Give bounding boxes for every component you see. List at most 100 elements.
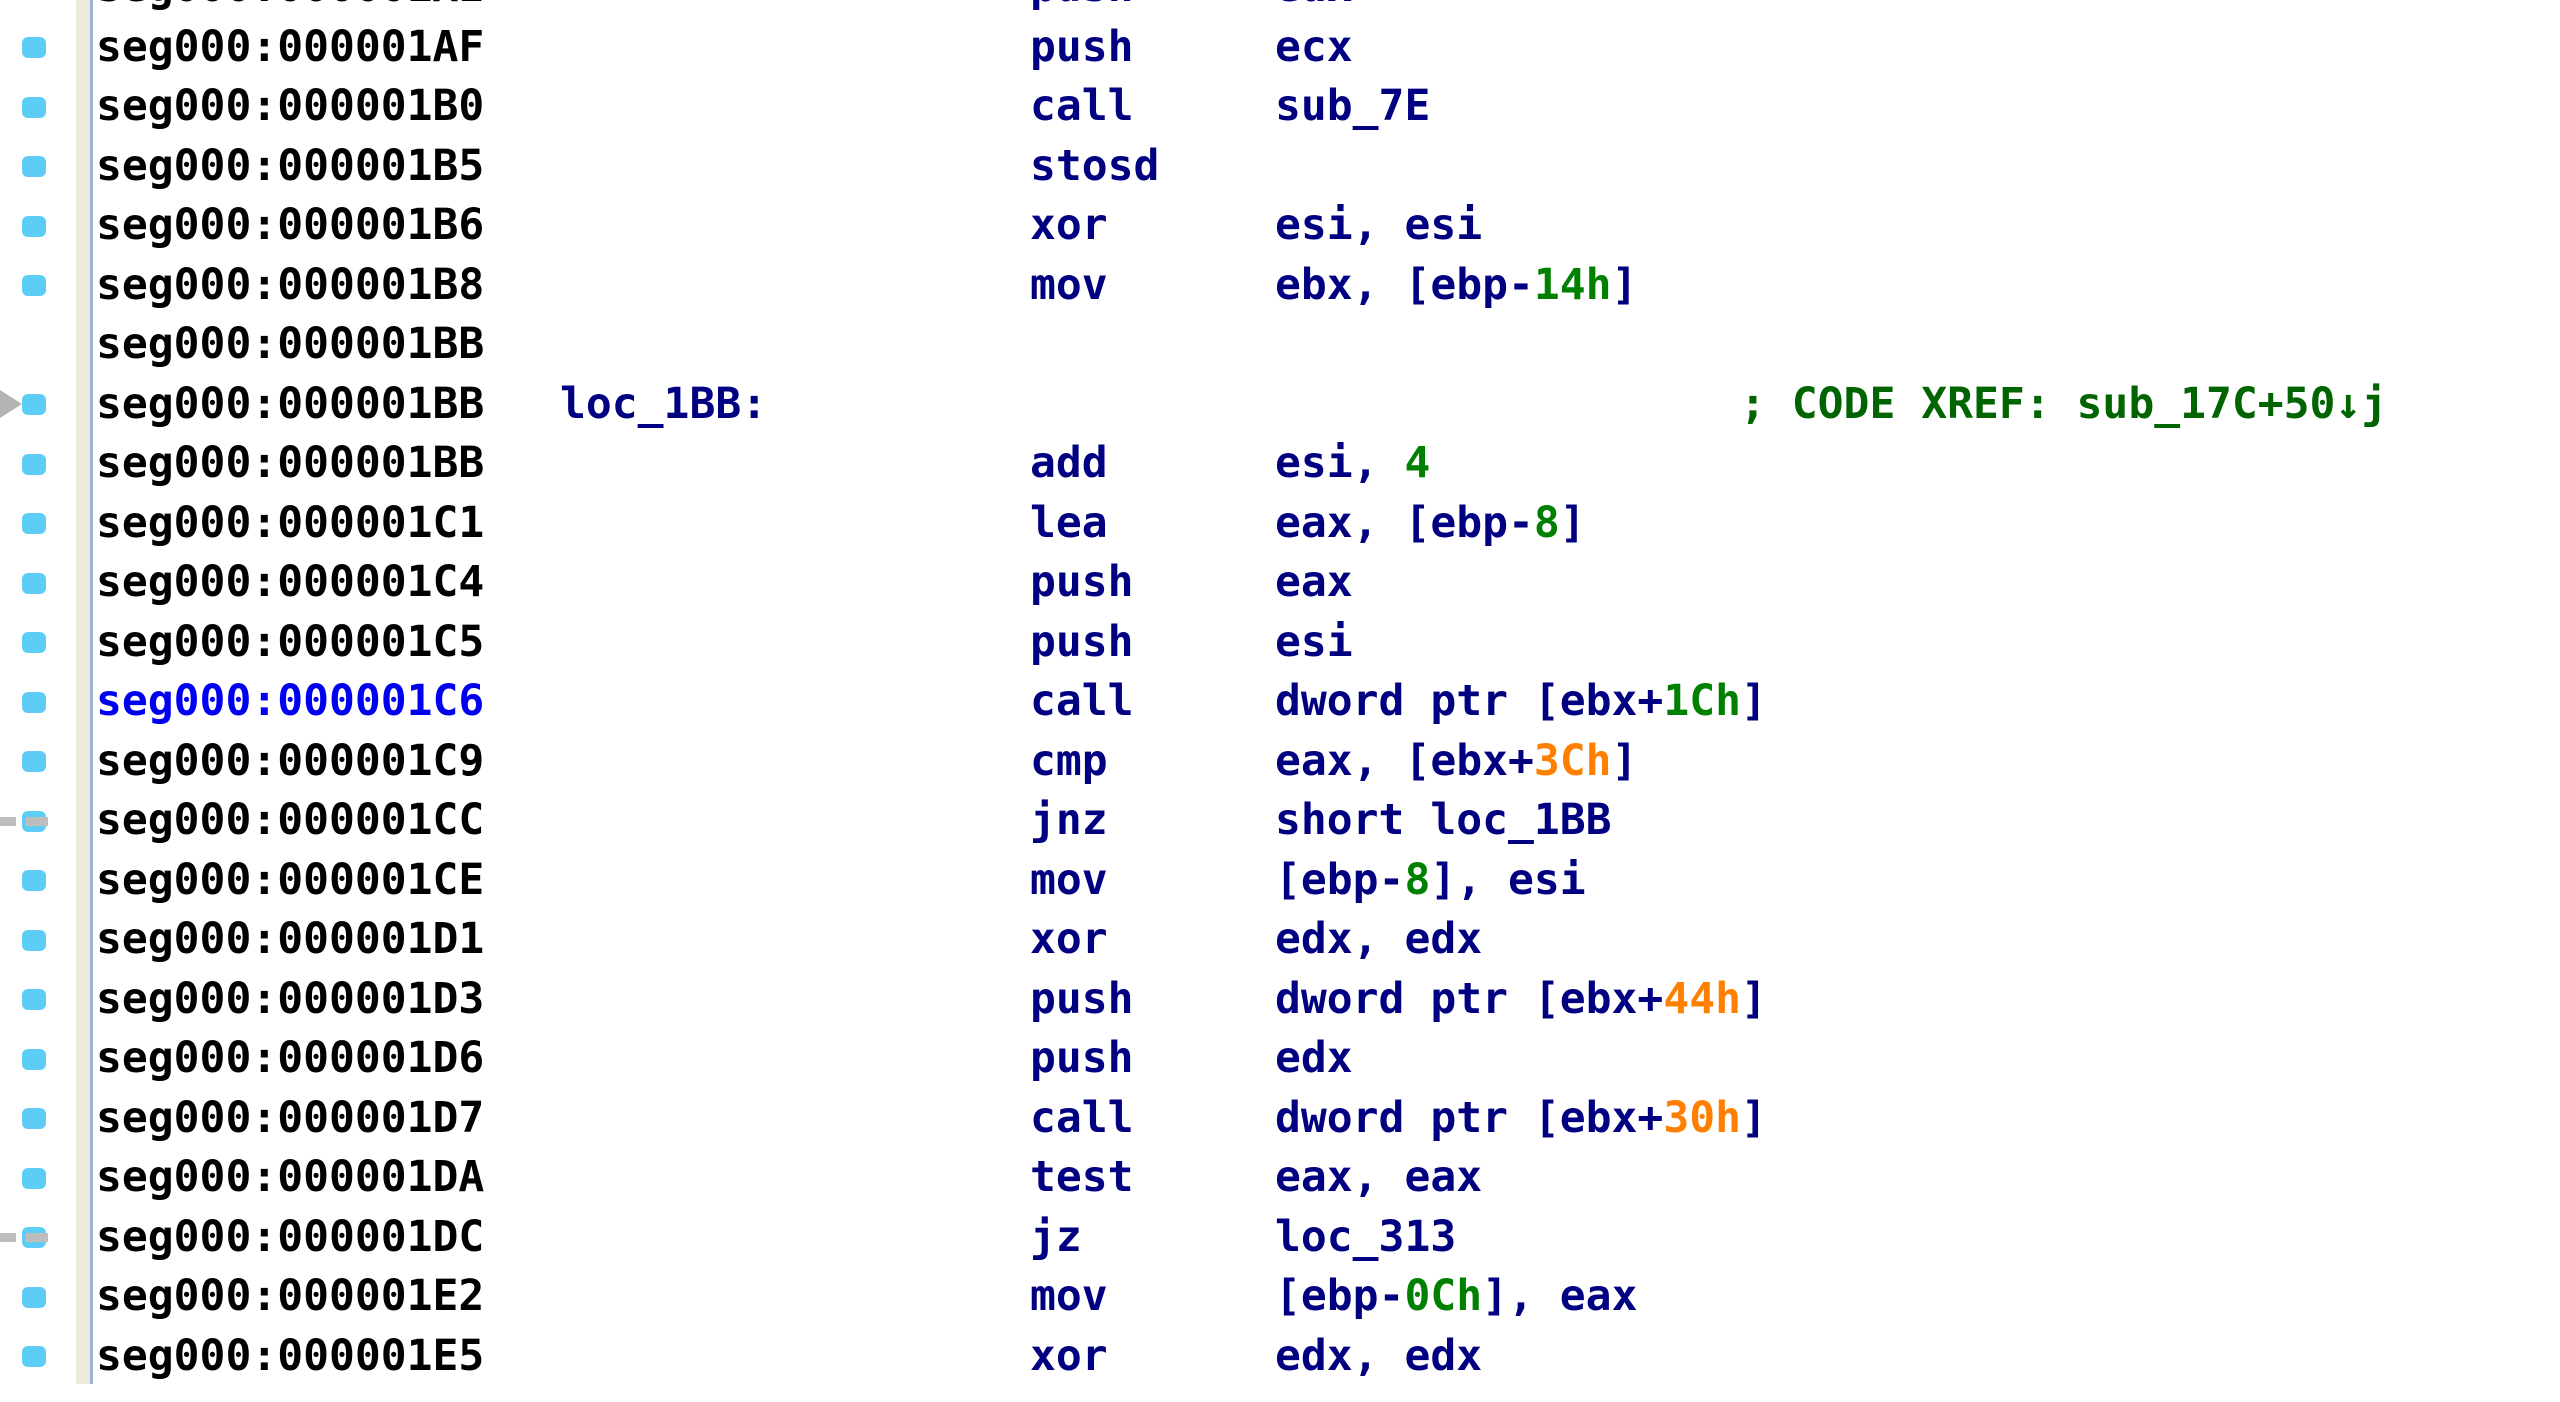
instruction-mnemonic[interactable]: mov: [1030, 1267, 1108, 1327]
stack-offset-value[interactable]: 0Ch: [1404, 1271, 1482, 1321]
operand-text[interactable]: ]: [1612, 260, 1638, 310]
instruction-operands[interactable]: [ebp-0Ch], eax: [1275, 1267, 1637, 1327]
operand-text[interactable]: edx, edx: [1275, 914, 1482, 964]
operand-text[interactable]: ecx: [1275, 22, 1353, 72]
operand-text[interactable]: ]: [1560, 498, 1586, 548]
line-address[interactable]: seg000:000001C1: [96, 494, 484, 554]
operand-text[interactable]: esi, esi: [1275, 200, 1482, 250]
disassembly-listing[interactable]: seg000:000001AE push edx seg000:000001AF pus…: [0, 0, 2560, 1402]
operand-text[interactable]: ]: [1741, 676, 1767, 726]
disassembly-line[interactable]: seg000:000001D6 push edx: [0, 1029, 2560, 1089]
line-address[interactable]: seg000:000001D7: [96, 1089, 484, 1149]
disassembly-line[interactable]: seg000:000001E2 mov [ebp-0Ch], eax: [0, 1267, 2560, 1327]
operand-text[interactable]: ], eax: [1482, 1271, 1637, 1321]
disassembly-line[interactable]: seg000:000001AF push ecx: [0, 18, 2560, 78]
instruction-operands[interactable]: loc_313: [1275, 1208, 1456, 1268]
line-address[interactable]: seg000:000001D1: [96, 910, 484, 970]
line-address[interactable]: seg000:000001DC: [96, 1208, 484, 1268]
operand-text[interactable]: eax: [1275, 557, 1353, 607]
instruction-mnemonic[interactable]: mov: [1030, 851, 1108, 911]
line-address[interactable]: seg000:000001E5: [96, 1327, 484, 1387]
operand-text[interactable]: edx: [1275, 0, 1353, 12]
operand-text[interactable]: dword ptr [ebx+: [1275, 676, 1663, 726]
disassembly-line[interactable]: seg000:000001B0 call sub_7E: [0, 77, 2560, 137]
instruction-mnemonic[interactable]: push: [1030, 1029, 1134, 1089]
disassembly-line[interactable]: seg000:000001B8 mov ebx, [ebp-14h]: [0, 256, 2560, 316]
ida-disassembly-view[interactable]: seg000:000001AE push edx seg000:000001AF pus…: [0, 0, 2560, 1402]
line-address[interactable]: seg000:000001CC: [96, 791, 484, 851]
instruction-operands[interactable]: esi, 4: [1275, 434, 1430, 494]
disassembly-line[interactable]: seg000:000001CE mov [ebp-8], esi: [0, 851, 2560, 911]
stack-offset-value[interactable]: 4: [1404, 438, 1430, 488]
struct-offset-value[interactable]: 3Ch: [1534, 736, 1612, 786]
line-address[interactable]: seg000:000001C5: [96, 613, 484, 673]
line-address[interactable]: seg000:000001D6: [96, 1029, 484, 1089]
operand-text[interactable]: edx, edx: [1275, 1331, 1482, 1381]
instruction-mnemonic[interactable]: xor: [1030, 1327, 1108, 1387]
disassembly-line[interactable]: seg000:000001D3 push dword ptr [ebx+44h]: [0, 970, 2560, 1030]
disassembly-line[interactable]: seg000:000001DA test eax, eax: [0, 1148, 2560, 1208]
instruction-mnemonic[interactable]: cmp: [1030, 732, 1108, 792]
instruction-operands[interactable]: [ebp-8], esi: [1275, 851, 1586, 911]
instruction-operands[interactable]: edx, edx: [1275, 910, 1482, 970]
disassembly-line[interactable]: seg000:000001BB: [0, 315, 2560, 375]
line-address[interactable]: seg000:000001B6: [96, 196, 484, 256]
stack-offset-value[interactable]: 8: [1404, 855, 1430, 905]
instruction-mnemonic[interactable]: add: [1030, 434, 1108, 494]
disassembly-line[interactable]: seg000:000001C1 lea eax, [ebp-8]: [0, 494, 2560, 554]
line-address[interactable]: seg000:000001E2: [96, 1267, 484, 1327]
instruction-mnemonic[interactable]: lea: [1030, 494, 1108, 554]
operand-text[interactable]: dword ptr [ebx+: [1275, 974, 1663, 1024]
disassembly-line[interactable]: seg000:000001BB loc_1BB: ; CODE XREF: sub_…: [0, 375, 2560, 435]
instruction-mnemonic[interactable]: push: [1030, 613, 1134, 673]
operand-text[interactable]: short loc_1BB: [1275, 795, 1612, 845]
instruction-operands[interactable]: esi, esi: [1275, 196, 1482, 256]
instruction-operands[interactable]: eax, [ebx+3Ch]: [1275, 732, 1637, 792]
operand-text[interactable]: ebx, [ebp-: [1275, 260, 1534, 310]
disassembly-line[interactable]: seg000:000001BB add esi, 4: [0, 434, 2560, 494]
operand-text[interactable]: [ebp-: [1275, 855, 1404, 905]
line-address[interactable]: seg000:000001CE: [96, 851, 484, 911]
disassembly-line[interactable]: seg000:000001C6 call dword ptr [ebx+1Ch]: [0, 672, 2560, 732]
operand-text[interactable]: edx: [1275, 1033, 1353, 1083]
instruction-operands[interactable]: sub_7E: [1275, 77, 1430, 137]
code-label[interactable]: loc_1BB:: [560, 375, 767, 435]
instruction-mnemonic[interactable]: push: [1030, 0, 1134, 18]
operand-text[interactable]: ]: [1741, 1093, 1767, 1143]
instruction-mnemonic[interactable]: push: [1030, 553, 1134, 613]
disassembly-line[interactable]: seg000:000001DC jz loc_313: [0, 1208, 2560, 1268]
instruction-operands[interactable]: ecx: [1275, 18, 1353, 78]
disassembly-line[interactable]: seg000:000001D1 xor edx, edx: [0, 910, 2560, 970]
instruction-operands[interactable]: edx: [1275, 1029, 1353, 1089]
disassembly-line[interactable]: seg000:000001C5 push esi: [0, 613, 2560, 673]
instruction-operands[interactable]: eax: [1275, 553, 1353, 613]
line-address[interactable]: seg000:000001BB: [96, 434, 484, 494]
instruction-mnemonic[interactable]: call: [1030, 77, 1134, 137]
disassembly-line[interactable]: seg000:000001D7 call dword ptr [ebx+30h]: [0, 1089, 2560, 1149]
operand-text[interactable]: ], esi: [1430, 855, 1585, 905]
operand-text[interactable]: loc_313: [1275, 1212, 1456, 1262]
operand-text[interactable]: ]: [1741, 974, 1767, 1024]
instruction-operands[interactable]: eax, eax: [1275, 1148, 1482, 1208]
instruction-operands[interactable]: edx, edx: [1275, 1327, 1482, 1387]
line-address[interactable]: seg000:000001C4: [96, 553, 484, 613]
line-address[interactable]: seg000:000001D3: [96, 970, 484, 1030]
operand-text[interactable]: esi,: [1275, 438, 1404, 488]
instruction-operands[interactable]: dword ptr [ebx+44h]: [1275, 970, 1767, 1030]
operand-text[interactable]: eax, [ebp-: [1275, 498, 1534, 548]
line-address[interactable]: seg000:000001AE: [96, 0, 484, 18]
operand-text[interactable]: eax, eax: [1275, 1152, 1482, 1202]
line-address[interactable]: seg000:000001C9: [96, 732, 484, 792]
stack-offset-value[interactable]: 14h: [1534, 260, 1612, 310]
operand-text[interactable]: eax, [ebx+: [1275, 736, 1534, 786]
line-address[interactable]: seg000:000001BB: [96, 315, 484, 375]
disassembly-line[interactable]: seg000:000001C4 push eax: [0, 553, 2560, 613]
instruction-mnemonic[interactable]: stosd: [1030, 137, 1159, 197]
disassembly-line[interactable]: seg000:000001B6 xor esi, esi: [0, 196, 2560, 256]
instruction-mnemonic[interactable]: call: [1030, 672, 1134, 732]
line-address[interactable]: seg000:000001AF: [96, 18, 484, 78]
line-address[interactable]: seg000:000001B5: [96, 137, 484, 197]
current-line-address[interactable]: seg000:000001C6: [96, 672, 484, 732]
instruction-operands[interactable]: edx: [1275, 0, 1353, 18]
instruction-mnemonic[interactable]: push: [1030, 970, 1134, 1030]
